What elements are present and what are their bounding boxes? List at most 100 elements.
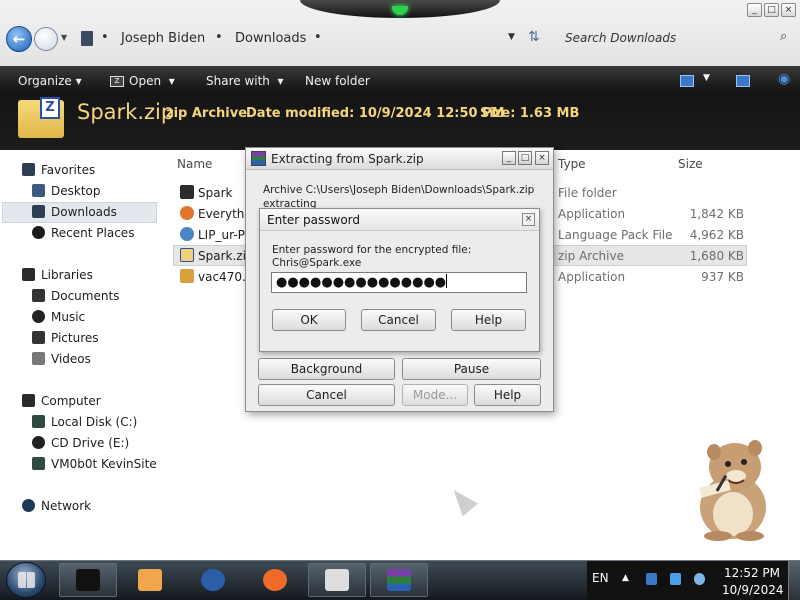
nav-computer[interactable]: Computer — [22, 391, 101, 412]
nav-documents[interactable]: Documents — [32, 286, 119, 307]
minimize-button[interactable]: _ — [747, 3, 762, 17]
share-with-button[interactable]: Share with ▾ — [206, 74, 284, 88]
nav-network[interactable]: Network — [22, 496, 91, 517]
star-icon — [22, 163, 35, 176]
file-type: zip Archive — [558, 249, 624, 263]
breadcrumb-user[interactable]: Joseph Biden — [121, 31, 205, 46]
nav-music[interactable]: Music — [32, 307, 85, 328]
address-dropdown-icon[interactable]: ▼ — [508, 32, 515, 42]
show-hidden-icons-icon[interactable]: ▲ — [622, 573, 633, 585]
help-button[interactable]: Help — [451, 309, 526, 331]
taskbar-winrar[interactable] — [370, 563, 428, 597]
cancel-extract-button[interactable]: Cancel — [258, 384, 395, 406]
search-icon[interactable]: ⌕ — [780, 29, 787, 44]
nav-cd-drive[interactable]: CD Drive (E:) — [32, 433, 129, 454]
organize-button[interactable]: Organize ▾ — [18, 74, 82, 88]
column-header-type[interactable]: Type — [558, 157, 586, 171]
start-button[interactable] — [6, 562, 46, 598]
help-icon[interactable]: ◉ — [778, 71, 790, 87]
nav-local-disk-label: Local Disk (C:) — [51, 415, 138, 429]
nav-network-drive[interactable]: VM0b0t KevinSite — [32, 454, 157, 475]
password-prompt: Enter password for the encrypted file: — [272, 244, 472, 256]
details-file-name: Spark.zip — [77, 100, 175, 124]
mode-button[interactable]: Mode... — [402, 384, 468, 406]
zip-file-icon — [180, 248, 194, 262]
file-type: Application — [558, 270, 626, 284]
taskbar-firefox[interactable] — [246, 563, 304, 597]
close-button[interactable]: × — [522, 213, 535, 226]
network-status-icon[interactable] — [646, 573, 657, 585]
downloads-icon — [32, 205, 45, 218]
breadcrumb-downloads[interactable]: Downloads — [235, 31, 306, 46]
background-button[interactable]: Background — [258, 358, 395, 380]
change-view-icon[interactable] — [680, 75, 694, 87]
recent-pages-dropdown[interactable]: ▼ — [61, 33, 67, 42]
taskbar-windows[interactable] — [308, 563, 366, 597]
nav-videos[interactable]: Videos — [32, 349, 91, 370]
show-desktop-button[interactable] — [788, 561, 800, 600]
explorer-icon — [76, 569, 100, 591]
cancel-button[interactable]: Cancel — [361, 309, 436, 331]
search-input[interactable]: Search Downloads — [565, 31, 676, 45]
view-dropdown-icon[interactable]: ▼ — [703, 73, 710, 83]
taskbar-media-player[interactable] — [121, 563, 179, 597]
file-name[interactable]: Spark — [198, 186, 232, 200]
nav-local-disk[interactable]: Local Disk (C:) — [32, 412, 137, 433]
file-type: File folder — [558, 186, 617, 200]
nav-desktop[interactable]: Desktop — [32, 181, 101, 202]
close-button[interactable]: × — [781, 3, 796, 17]
password-dialog: Enter password × Enter password for the … — [259, 208, 540, 352]
text-caret — [446, 274, 448, 288]
preview-pane-icon[interactable] — [736, 75, 750, 87]
help-button[interactable]: Help — [474, 384, 541, 406]
extract-dialog-titlebar[interactable]: Extracting from Spark.zip _ □ × — [246, 148, 553, 170]
window-controls: _ □ × — [747, 3, 796, 17]
nav-favorites[interactable]: Favorites — [22, 160, 95, 181]
clock-date[interactable]: 10/9/2024 — [722, 583, 784, 597]
new-folder-button[interactable]: New folder — [305, 74, 370, 88]
maximize-button[interactable]: □ — [764, 3, 779, 17]
minimize-button[interactable]: _ — [502, 151, 516, 165]
pause-button[interactable]: Pause — [402, 358, 541, 380]
open-button[interactable]: Open ▾ — [129, 74, 175, 88]
forward-button[interactable] — [34, 27, 58, 51]
clock-time[interactable]: 12:52 PM — [724, 566, 780, 580]
language-indicator[interactable]: EN — [592, 571, 609, 585]
password-dialog-titlebar[interactable]: Enter password × — [260, 209, 539, 231]
chevron-right-icon[interactable]: • — [314, 30, 322, 45]
ok-button[interactable]: OK — [272, 309, 346, 331]
file-size: 1,842 KB — [689, 207, 744, 221]
nav-network-drive-label: VM0b0t KevinSite — [51, 457, 157, 471]
maximize-button[interactable]: □ — [518, 151, 532, 165]
folder-icon — [180, 185, 194, 199]
nav-desktop-label: Desktop — [51, 184, 101, 198]
chevron-right-icon[interactable]: • — [215, 30, 223, 45]
network-drive-icon — [32, 457, 45, 470]
file-name[interactable]: LIP_ur-Pk — [198, 228, 252, 242]
documents-icon — [32, 289, 45, 302]
refresh-icon[interactable]: ⇅ — [528, 29, 540, 45]
taskbar-explorer[interactable] — [59, 563, 117, 597]
back-button[interactable]: ← — [6, 26, 32, 52]
nav-videos-label: Videos — [51, 352, 91, 366]
nav-recent-places[interactable]: Recent Places — [32, 223, 134, 244]
details-file-type: zip Archive — [166, 106, 248, 121]
chevron-right-icon[interactable]: • — [101, 30, 109, 45]
desktop-icon — [32, 184, 45, 197]
volume-icon[interactable] — [694, 573, 705, 585]
action-center-icon[interactable] — [670, 573, 681, 585]
nav-favorites-label: Favorites — [41, 163, 96, 177]
password-field[interactable]: ●●●●●●●●●●●●●●● — [271, 272, 527, 293]
archive-path: Archive C:\Users\Joseph Biden\Downloads\… — [263, 184, 535, 196]
column-header-name[interactable]: Name — [177, 157, 212, 171]
recent-places-icon — [32, 226, 45, 239]
taskbar-browser[interactable] — [184, 563, 242, 597]
nav-downloads[interactable]: Downloads — [32, 202, 117, 223]
computer-icon — [22, 394, 35, 407]
extract-dialog-title: Extracting from Spark.zip — [271, 152, 424, 166]
column-header-size[interactable]: Size — [678, 157, 703, 171]
close-button[interactable]: × — [535, 151, 549, 165]
nav-libraries[interactable]: Libraries — [22, 265, 93, 286]
nav-pictures[interactable]: Pictures — [32, 328, 99, 349]
share-with-label: Share with — [206, 74, 270, 88]
